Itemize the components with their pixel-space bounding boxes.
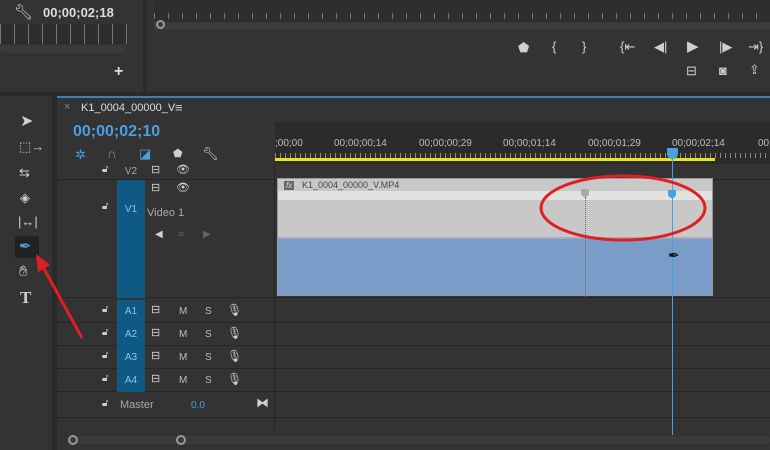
annotation-overlay	[36, 174, 707, 339]
annotation-arrow	[40, 264, 84, 339]
annotation-ellipse	[539, 174, 707, 242]
